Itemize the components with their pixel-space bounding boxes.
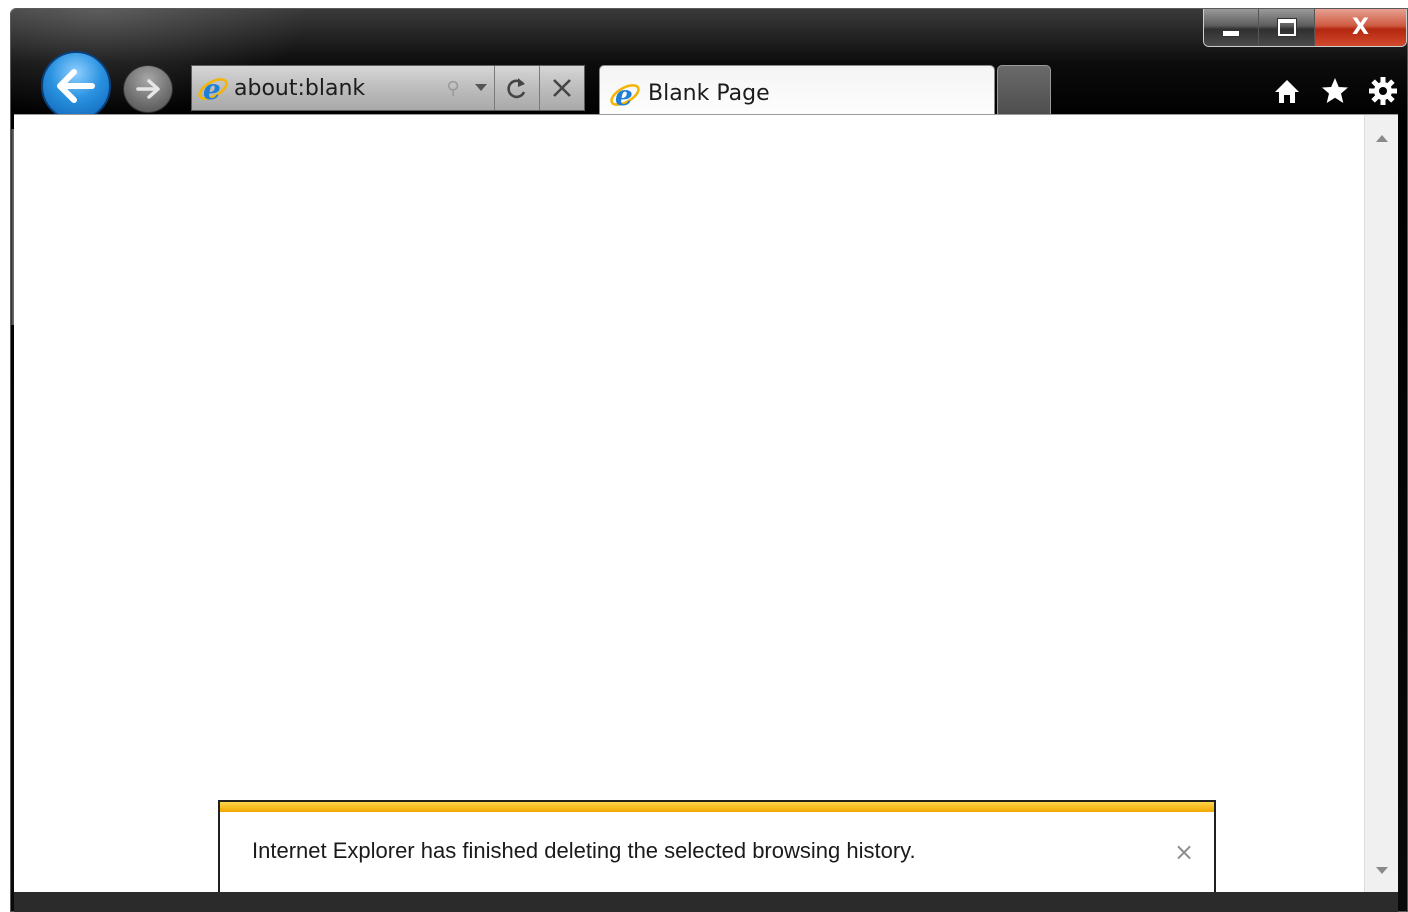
- ie-logo-icon: e: [610, 79, 640, 110]
- chevron-up-icon: [1375, 135, 1388, 142]
- minimize-icon: [1222, 30, 1241, 37]
- home-button[interactable]: [1263, 71, 1311, 111]
- minimize-button[interactable]: [1204, 9, 1260, 46]
- address-dropdown-button[interactable]: [468, 84, 494, 92]
- page-content[interactable]: [14, 114, 1398, 892]
- caption-buttons: X: [1203, 9, 1407, 47]
- chevron-down-icon: [475, 84, 487, 91]
- window-bottom-border: [14, 892, 1398, 912]
- vertical-scrollbar[interactable]: [1364, 115, 1398, 892]
- notification-bar: Internet Explorer has finished deleting …: [218, 800, 1216, 898]
- gear-icon: [1369, 77, 1397, 105]
- maximize-icon: [1277, 19, 1296, 36]
- svg-text:e: e: [615, 79, 633, 110]
- favorites-button[interactable]: [1311, 71, 1359, 111]
- forward-button[interactable]: [123, 65, 173, 113]
- notification-close-button[interactable]: ×: [1172, 838, 1196, 866]
- tools-button[interactable]: [1359, 71, 1407, 111]
- back-button[interactable]: [41, 51, 111, 121]
- maximize-button[interactable]: [1259, 9, 1315, 46]
- scroll-up-button[interactable]: [1365, 123, 1398, 153]
- address-ie-icon-wrap: e: [192, 66, 234, 110]
- star-icon: [1322, 78, 1348, 103]
- close-button[interactable]: X: [1314, 9, 1406, 46]
- close-icon: ×: [1173, 838, 1195, 866]
- stop-icon: [553, 79, 571, 97]
- refresh-button[interactable]: [495, 66, 539, 110]
- tab-title: Blank Page: [648, 81, 770, 106]
- search-icon[interactable]: ⚲: [438, 78, 468, 99]
- address-bar[interactable]: e about:blank ⚲: [191, 65, 585, 111]
- close-icon: X: [1351, 15, 1369, 40]
- tab-blank-page[interactable]: e Blank Page: [599, 65, 995, 121]
- back-arrow-icon: [57, 69, 95, 103]
- new-tab-button[interactable]: [997, 65, 1051, 119]
- stop-button[interactable]: [540, 66, 584, 110]
- refresh-icon: [507, 78, 526, 99]
- address-url[interactable]: about:blank: [234, 76, 438, 101]
- svg-text:e: e: [203, 73, 221, 104]
- home-icon: [1275, 80, 1299, 103]
- notification-accent: [220, 802, 1214, 812]
- scroll-down-button[interactable]: [1365, 856, 1398, 886]
- ie-logo-icon: e: [198, 73, 228, 104]
- notification-message: Internet Explorer has finished deleting …: [252, 838, 916, 863]
- command-toolbar: [1263, 71, 1407, 111]
- chevron-down-icon: [1375, 867, 1388, 874]
- forward-arrow-icon: [136, 79, 160, 99]
